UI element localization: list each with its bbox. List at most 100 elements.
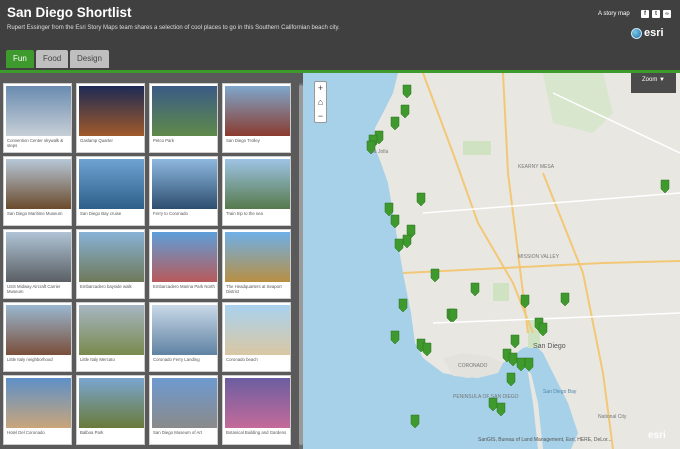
map-label: KEARNY MESA	[518, 164, 555, 170]
gallery-thumbnail[interactable]: Little Italy neighborhood	[3, 302, 72, 372]
map-label: MISSION VALLEY	[518, 254, 560, 260]
gallery-thumbnail[interactable]: Ferry to Coronado	[149, 156, 218, 226]
app-header: San Diego Shortlist Rupert Essinger from…	[0, 0, 680, 46]
map-label: National City	[598, 414, 627, 420]
page-title: San Diego Shortlist	[7, 5, 132, 20]
facebook-icon[interactable]: f	[641, 10, 649, 18]
thumbnail-caption: Ferry to Coronado	[153, 211, 188, 216]
thumbnail-image	[79, 159, 144, 209]
gallery-thumbnail[interactable]: San Diego Maritime Museum	[3, 156, 72, 226]
park-area	[543, 73, 613, 133]
gallery-thumbnail[interactable]: Convention Center skywalk & steps	[3, 83, 72, 153]
tab-food[interactable]: Food	[36, 50, 69, 68]
thumbnail-image	[225, 86, 290, 136]
gallery-thumbnail[interactable]: Train trip to the sea	[222, 156, 291, 226]
tab-design[interactable]: Design	[70, 50, 109, 68]
thumbnail-caption: San Diego Bay cruise	[80, 211, 122, 216]
gallery-thumbnail[interactable]: San Diego Bay cruise	[76, 156, 145, 226]
thumbnail-caption: Hotel Del Coronado	[7, 430, 45, 435]
gallery-thumbnail[interactable]: San Diego Trolley	[222, 83, 291, 153]
gallery-thumbnail[interactable]: San Diego Museum of Art	[149, 375, 218, 445]
map-marker[interactable]	[510, 334, 520, 349]
map-label: San Diego Bay	[543, 389, 577, 395]
gallery-thumbnail[interactable]: Gaslamp Quarter	[76, 83, 145, 153]
map-marker[interactable]	[402, 234, 412, 249]
map-attribution: SanGIS, Bureau of Land Management, Esri,…	[478, 437, 612, 443]
thumbnail-image	[79, 86, 144, 136]
thumbnail-caption: Botanical Building and Gardens	[226, 430, 287, 435]
map-canvas[interactable]: La Jolla KEARNY MESA MISSION VALLEY San …	[303, 73, 680, 449]
thumbnail-image	[6, 378, 71, 428]
thumbnail-caption: Convention Center skywalk & steps	[7, 138, 64, 149]
thumbnail-image	[152, 305, 217, 355]
thumbnail-image	[79, 232, 144, 282]
ocean	[303, 73, 538, 449]
gallery-thumbnail[interactable]: Balboa Park	[76, 375, 145, 445]
thumbnail-caption: Embarcadero Marina Park North	[153, 284, 215, 289]
map-marker[interactable]	[430, 268, 440, 283]
gallery-thumbnail[interactable]: Hotel Del Coronado	[3, 375, 72, 445]
thumbnail-caption: Balboa Park	[80, 430, 104, 435]
thumbnail-caption: San Diego Trolley	[226, 138, 260, 143]
map-marker[interactable]	[416, 192, 426, 207]
road	[422, 73, 534, 334]
map-marker[interactable]	[390, 116, 400, 131]
map-marker[interactable]	[470, 282, 480, 297]
page-subtitle: Rupert Essinger from the Esri Story Maps…	[7, 25, 340, 31]
zoom-control: + ⌂ −	[314, 81, 327, 123]
park-area	[463, 141, 491, 155]
map-label: CORONADO	[458, 363, 488, 369]
gallery-thumbnail[interactable]: Botanical Building and Gardens	[222, 375, 291, 445]
thumbnail-image	[6, 159, 71, 209]
zoom-out-button[interactable]: −	[315, 110, 326, 123]
zoom-in-button[interactable]: +	[315, 82, 326, 95]
gallery-thumbnail[interactable]: Coronado Ferry Landing	[149, 302, 218, 372]
thumbnail-image	[225, 232, 290, 282]
thumbnail-image	[6, 305, 71, 355]
gallery-thumbnail[interactable]: Little Italy Mercato	[76, 302, 145, 372]
tab-fun[interactable]: Fun	[6, 50, 34, 68]
thumbnail-image	[225, 159, 290, 209]
gallery-thumbnail[interactable]: Embarcadero Marina Park North	[149, 229, 218, 299]
thumbnail-image	[6, 86, 71, 136]
thumbnail-image	[152, 159, 217, 209]
zoom-menu-button[interactable]: Zoom ▼	[631, 73, 676, 93]
gallery-thumbnail[interactable]: The Headquarters at Seaport District	[222, 229, 291, 299]
thumbnail-caption: Petco Park	[153, 138, 175, 143]
story-map-label: A story map	[598, 11, 630, 17]
map-marker[interactable]	[538, 322, 548, 337]
link-icon[interactable]: ∞	[663, 10, 671, 18]
map-panel[interactable]: La Jolla KEARNY MESA MISSION VALLEY San …	[303, 73, 680, 449]
thumbnail-image	[152, 378, 217, 428]
esri-logo[interactable]: esri	[631, 27, 664, 39]
esri-watermark: esri	[648, 430, 666, 441]
home-button[interactable]: ⌂	[315, 96, 326, 109]
thumbnail-caption: Embarcadero bayside walk	[80, 284, 132, 289]
gallery-thumbnail[interactable]: Embarcadero bayside walk	[76, 229, 145, 299]
thumbnail-caption: Train trip to the sea	[226, 211, 263, 216]
thumbnail-caption: The Headquarters at Seaport District	[226, 284, 282, 295]
thumbnail-caption: San Diego Museum of Art	[153, 430, 202, 435]
twitter-icon[interactable]: t	[652, 10, 660, 18]
map-label: PENINSULA OF SAN DIEGO	[453, 394, 519, 400]
gallery-thumbnail[interactable]: Petco Park	[149, 83, 218, 153]
road	[402, 260, 680, 274]
thumbnail-caption: Coronado beach	[226, 357, 258, 362]
map-marker[interactable]	[660, 179, 670, 194]
map-marker[interactable]	[400, 104, 410, 119]
globe-icon	[631, 27, 642, 39]
thumbnail-caption: USS Midway Aircraft Carrier Museum	[7, 284, 61, 295]
map-marker[interactable]	[560, 292, 570, 307]
gallery-thumbnail[interactable]: USS Midway Aircraft Carrier Museum	[3, 229, 72, 299]
map-label: La Jolla	[371, 149, 388, 155]
gallery-thumbnail[interactable]: Coronado beach	[222, 302, 291, 372]
thumbnail-caption: Gaslamp Quarter	[80, 138, 113, 143]
gallery-panel: Convention Center skywalk & steps Gaslamp…	[0, 73, 303, 449]
thumbnail-image	[225, 305, 290, 355]
esri-logo-text: esri	[644, 27, 664, 39]
thumbnail-image	[152, 232, 217, 282]
thumbnail-image	[79, 305, 144, 355]
thumbnail-image	[79, 378, 144, 428]
map-marker[interactable]	[402, 84, 412, 99]
map-marker[interactable]	[422, 342, 432, 357]
